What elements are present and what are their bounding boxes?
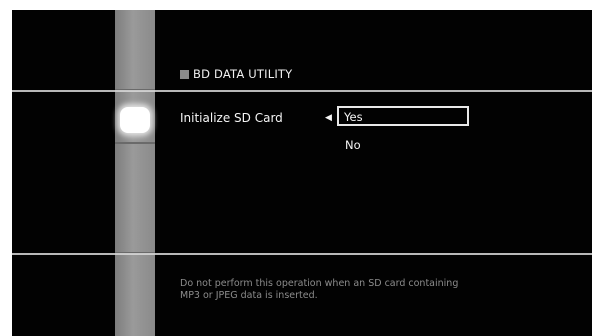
title-square-icon bbox=[180, 69, 189, 79]
initialize-sd-card-label: Initialize SD Card bbox=[180, 111, 283, 125]
bottom-divider-line bbox=[12, 253, 592, 255]
option-yes-label: Yes bbox=[344, 110, 363, 124]
page-title-text: BD DATA UTILITY bbox=[193, 67, 293, 81]
option-yes[interactable]: Yes bbox=[337, 106, 469, 126]
page-title: BD DATA UTILITY bbox=[180, 67, 292, 81]
help-note-line-2: MP3 or JPEG data is inserted. bbox=[180, 290, 318, 301]
help-note: Do not perform this operation when an SD… bbox=[180, 278, 580, 302]
top-divider-line bbox=[12, 90, 592, 92]
category-side-bar bbox=[115, 10, 155, 336]
side-bar-divider bbox=[115, 142, 155, 144]
help-note-line-1: Do not perform this operation when an SD… bbox=[180, 278, 459, 289]
option-no[interactable]: No bbox=[345, 138, 361, 152]
selected-category-indicator bbox=[120, 107, 150, 133]
option-no-label: No bbox=[345, 138, 361, 152]
left-arrow-icon: ◀ bbox=[325, 113, 332, 123]
bd-data-utility-screen: BD DATA UTILITY Initialize SD Card ◀ Yes… bbox=[12, 10, 592, 336]
